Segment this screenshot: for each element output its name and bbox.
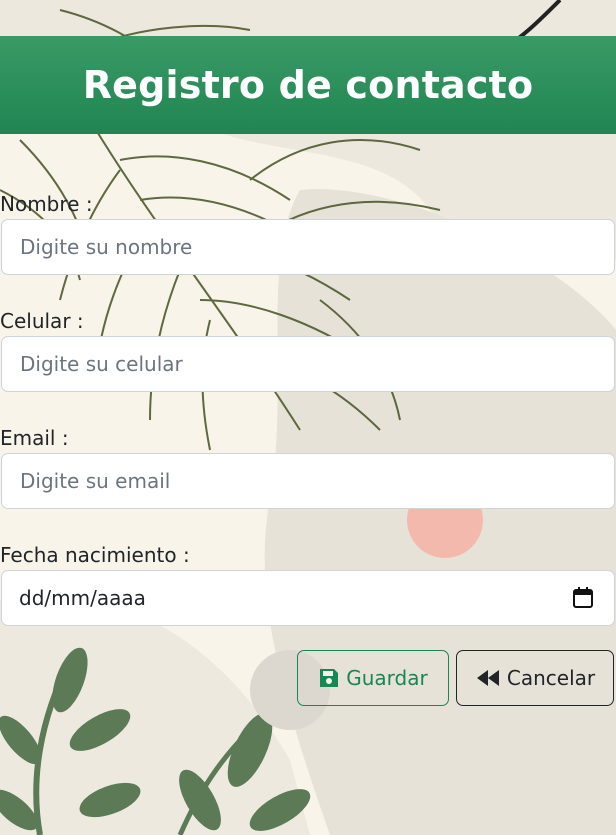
fecha-nacimiento-input[interactable] bbox=[1, 570, 615, 626]
floppy-disk-icon bbox=[320, 669, 339, 687]
date-field-wrapper: dd/mm/aaaa bbox=[0, 570, 616, 626]
form-actions: Guardar Cancelar bbox=[0, 650, 616, 708]
cancel-button[interactable]: Cancelar bbox=[456, 650, 614, 706]
field-fecha-nacimiento: Fecha nacimiento : dd/mm/aaaa bbox=[0, 540, 616, 626]
save-button[interactable]: Guardar bbox=[297, 650, 449, 706]
cancel-button-label: Cancelar bbox=[506, 666, 596, 690]
field-nombre: Nombre : bbox=[0, 189, 616, 275]
page-header: Registro de contacto bbox=[0, 36, 616, 134]
field-celular: Celular : bbox=[0, 306, 616, 392]
page-title: Registro de contacto bbox=[82, 63, 534, 107]
fecha-nacimiento-label: Fecha nacimiento : bbox=[0, 543, 190, 567]
calendar-icon[interactable] bbox=[572, 587, 594, 609]
nombre-label: Nombre : bbox=[0, 192, 93, 216]
celular-input[interactable] bbox=[1, 336, 615, 392]
save-button-label: Guardar bbox=[346, 666, 428, 690]
celular-label: Celular : bbox=[0, 309, 84, 333]
nombre-input[interactable] bbox=[1, 219, 615, 275]
backward-icon bbox=[476, 670, 499, 686]
email-input[interactable] bbox=[1, 453, 615, 509]
email-label: Email : bbox=[0, 426, 69, 450]
field-email: Email : bbox=[0, 423, 616, 509]
